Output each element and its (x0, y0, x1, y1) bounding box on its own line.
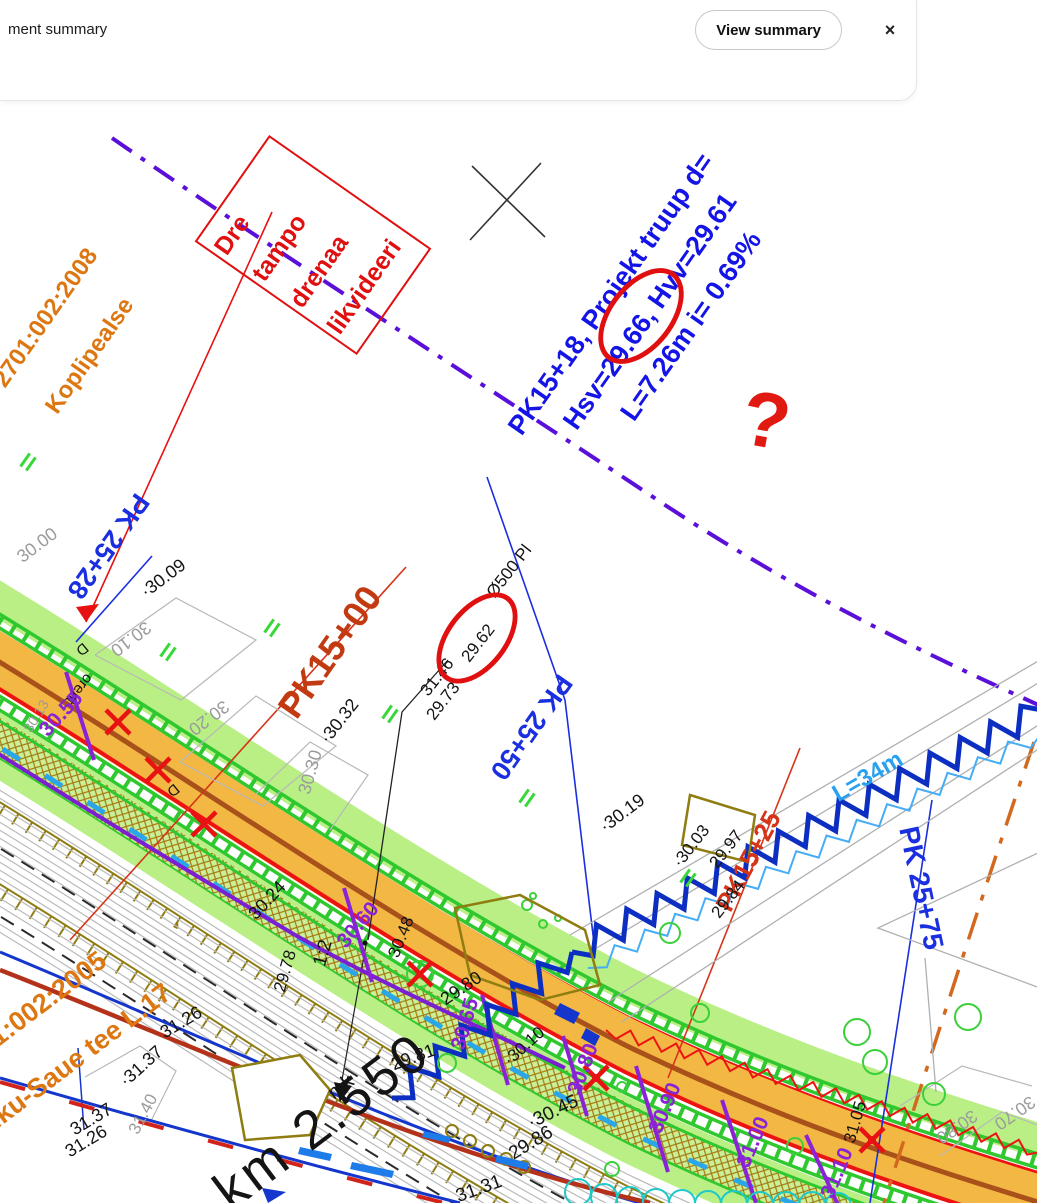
panel-title: ment summary (8, 21, 107, 38)
boundary-tick (265, 619, 274, 632)
boundary-tick (26, 457, 35, 470)
plan-line (570, 660, 1037, 935)
plan-line (878, 852, 1037, 988)
plan-line (925, 958, 936, 1092)
tree-circle (530, 893, 536, 899)
boundary-tick (270, 623, 279, 636)
tree-circle (955, 1004, 981, 1030)
plan-polygon (298, 1147, 332, 1161)
view-summary-button[interactable]: View summary (695, 10, 842, 50)
blue-leader-line (487, 477, 594, 943)
station-line-pk25-28 (76, 556, 152, 642)
plan-line (85, 1046, 176, 1121)
app-window: PK 25+28PK 25+50PK 25+75L=34mPK15+00PK15… (0, 0, 1037, 1203)
boundary-tick (525, 793, 534, 806)
boundary-tick (166, 647, 175, 660)
summary-panel: ment summary View summary × (0, 0, 917, 101)
close-icon[interactable]: × (879, 19, 901, 41)
site-plan-map[interactable]: PK 25+28PK 25+50PK 25+75L=34mPK15+00PK15… (0, 0, 1037, 1203)
plan-drawing (0, 0, 1037, 1203)
boundary-tick (520, 789, 529, 802)
boundary-tick (383, 705, 392, 718)
plan-circle (363, 941, 368, 946)
boundary-tick (161, 643, 170, 656)
culvert-headwall (682, 795, 755, 862)
boundary-tick (21, 453, 30, 466)
plan-line (78, 1048, 84, 1130)
blue-arrow (262, 1188, 286, 1203)
boundary-tick (388, 709, 397, 722)
tree-circle (844, 1019, 870, 1045)
plan-line (608, 724, 1037, 1002)
stone-area (232, 1055, 330, 1140)
ditch-zigzag (572, 706, 1037, 956)
